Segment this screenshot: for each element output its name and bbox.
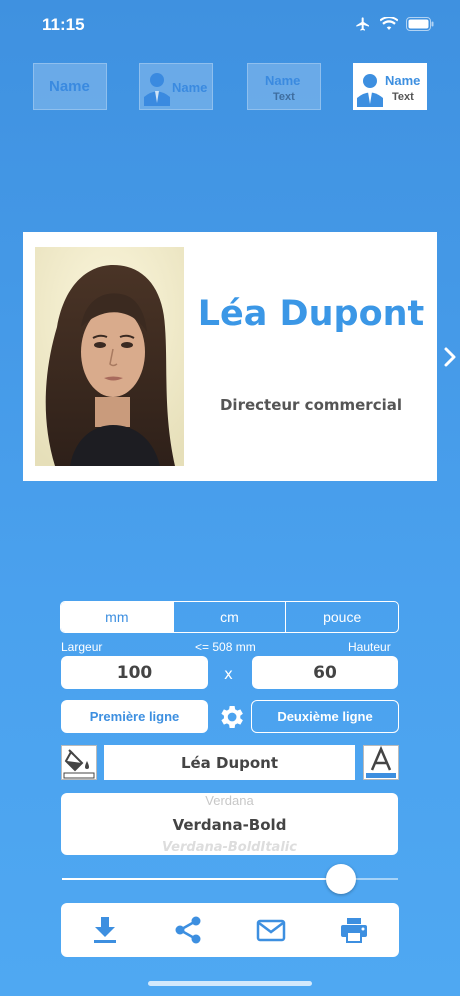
unit-cm[interactable]: cm bbox=[172, 602, 286, 632]
home-indicator bbox=[148, 981, 312, 986]
paint-bucket-icon bbox=[63, 749, 95, 779]
print-icon[interactable] bbox=[339, 915, 369, 945]
template-name-text[interactable]: Name Text bbox=[247, 63, 321, 110]
person-icon bbox=[357, 74, 383, 107]
font-option-next[interactable]: Verdana-BoldItalic bbox=[61, 840, 398, 855]
action-bar bbox=[61, 903, 399, 957]
status-icons bbox=[354, 16, 434, 32]
status-bar: 11:15 bbox=[0, 0, 460, 50]
template-text-label: Text bbox=[273, 91, 295, 103]
font-picker[interactable]: Verdana Verdana-Bold Verdana-BoldItalic bbox=[61, 793, 398, 855]
fill-color-button[interactable] bbox=[61, 745, 97, 780]
height-label: Hauteur bbox=[348, 640, 391, 654]
template-name-label: Name bbox=[172, 80, 208, 95]
unit-segmented-control: mm cm pouce bbox=[60, 601, 399, 633]
download-icon[interactable] bbox=[90, 915, 120, 945]
template-name-only[interactable]: Name bbox=[33, 63, 107, 110]
text-color-icon bbox=[366, 745, 396, 778]
width-input[interactable]: 100 bbox=[61, 656, 208, 689]
status-time: 11:15 bbox=[42, 15, 85, 34]
wifi-icon bbox=[380, 17, 398, 30]
text-color-button[interactable] bbox=[363, 745, 399, 780]
template-photo-name[interactable]: Name bbox=[139, 63, 213, 110]
height-input[interactable]: 60 bbox=[252, 656, 398, 689]
size-limit-label: <= 508 mm bbox=[195, 640, 256, 654]
badge-title-text: Directeur commercial bbox=[219, 396, 403, 414]
template-name-label: Name bbox=[49, 78, 90, 95]
chevron-right-icon[interactable] bbox=[443, 346, 457, 368]
line-text-input[interactable]: Léa Dupont bbox=[104, 745, 355, 780]
slider-track-filled bbox=[62, 878, 341, 880]
portrait-image bbox=[35, 247, 184, 466]
badge-name-text: Léa Dupont bbox=[197, 294, 425, 334]
unit-pouce[interactable]: pouce bbox=[285, 602, 398, 632]
font-option-selected[interactable]: Verdana-Bold bbox=[61, 816, 398, 834]
font-option-previous[interactable]: Verdana bbox=[61, 793, 398, 808]
template-name-label: Name bbox=[265, 73, 301, 88]
badge-preview-card[interactable]: Léa Dupont Directeur commercial bbox=[23, 232, 437, 481]
badge-photo[interactable] bbox=[35, 247, 184, 466]
size-separator: x bbox=[224, 665, 233, 683]
person-icon bbox=[144, 73, 170, 106]
share-icon[interactable] bbox=[173, 915, 203, 945]
template-selector: Name Name Name Text Name Text bbox=[0, 63, 460, 111]
first-line-button[interactable]: Première ligne bbox=[61, 700, 208, 733]
gear-icon[interactable] bbox=[216, 702, 246, 732]
unit-mm[interactable]: mm bbox=[61, 602, 173, 632]
template-name-label: Name bbox=[385, 73, 421, 88]
mail-icon[interactable] bbox=[256, 915, 286, 945]
template-photo-name-text[interactable]: Name Text bbox=[353, 63, 427, 110]
template-text-label: Text bbox=[392, 91, 414, 103]
font-size-slider[interactable] bbox=[62, 864, 398, 894]
airplane-icon bbox=[356, 17, 369, 31]
battery-icon bbox=[406, 17, 434, 31]
slider-thumb[interactable] bbox=[325, 864, 356, 894]
width-label: Largeur bbox=[61, 640, 103, 654]
second-line-button[interactable]: Deuxième ligne bbox=[251, 700, 399, 733]
